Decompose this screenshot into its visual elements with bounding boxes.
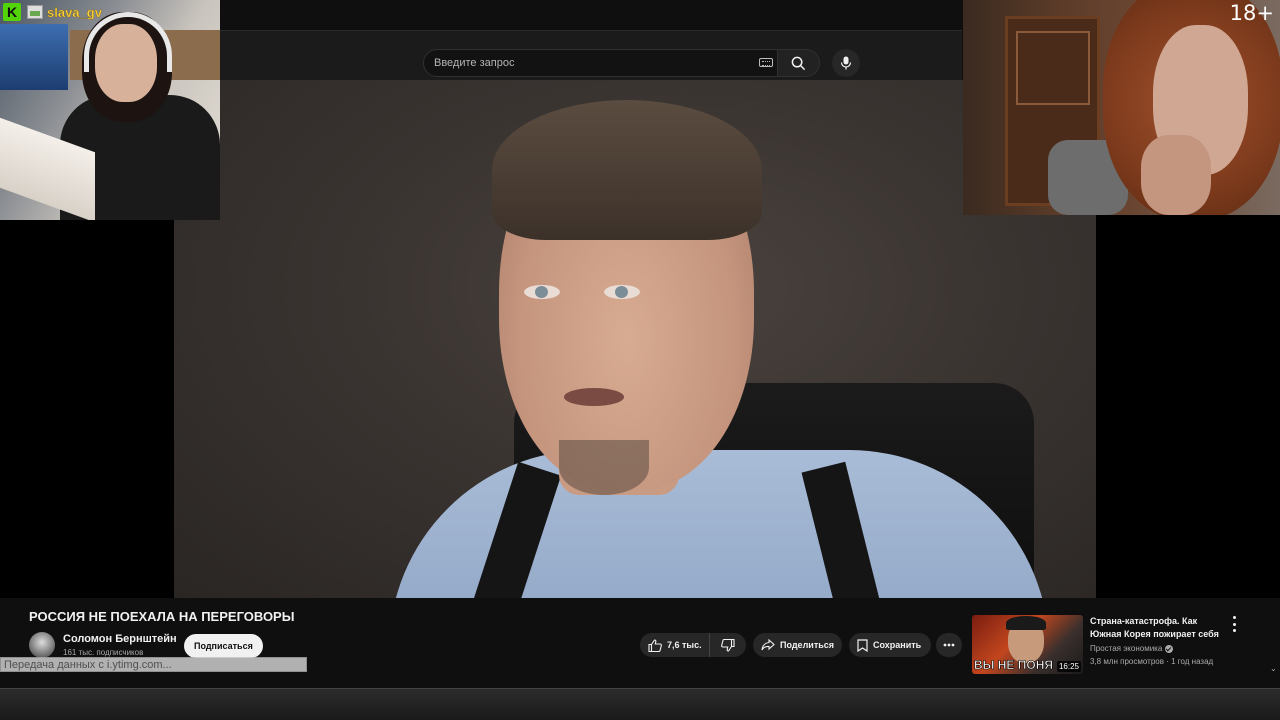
dot — [1232, 622, 1236, 626]
cam-streamer-hand — [1141, 135, 1211, 215]
share-icon — [761, 639, 775, 651]
video-person-hair — [492, 100, 762, 240]
cam-monitor — [0, 24, 68, 90]
voice-search-button[interactable] — [832, 49, 860, 77]
video-person-mouth — [564, 388, 624, 406]
image-icon — [27, 5, 43, 19]
dislike-button[interactable] — [710, 633, 746, 657]
video-frame[interactable] — [174, 80, 1096, 598]
recommended-video-menu-button[interactable] — [1229, 616, 1239, 632]
webcam-overlay-right: 18+ — [963, 0, 1280, 215]
video-duration: 16:25 — [1056, 661, 1081, 672]
video-info: РОССИЯ НЕ ПОЕХАЛА НА ПЕРЕГОВОРЫ Соломон … — [0, 598, 1280, 688]
subscribe-button[interactable]: Подписаться — [184, 634, 263, 658]
more-actions-button[interactable] — [936, 633, 962, 657]
subscriber-count: 161 тыс. подписчиков — [63, 648, 144, 657]
chevron-down-icon[interactable]: ⌄ — [1270, 664, 1277, 673]
video-title: РОССИЯ НЕ ПОЕХАЛА НА ПЕРЕГОВОРЫ — [29, 609, 295, 624]
dot — [1232, 616, 1236, 619]
screen: РОССИЯ НЕ ПОЕХАЛА НА ПЕРЕГОВОРЫ Соломон … — [0, 0, 1280, 720]
share-button[interactable]: Поделиться — [753, 633, 842, 657]
like-dislike-group: 7,6 тыс. — [640, 633, 746, 657]
thumbnail-text: ВЫ НЕ ПОНЯ — [974, 658, 1054, 673]
recommended-video-meta: 3,8 млн просмотров · 1 год назад — [1090, 657, 1214, 666]
search-input[interactable] — [424, 50, 744, 76]
kick-logo-icon: K — [3, 3, 21, 21]
recommended-channel[interactable]: Простая экономика — [1090, 644, 1174, 653]
verified-icon — [1165, 644, 1174, 653]
video-person-eye-right — [604, 285, 640, 299]
thumbs-down-icon — [721, 638, 735, 652]
thumbs-up-icon — [648, 638, 662, 652]
search-box[interactable] — [423, 49, 778, 77]
chat-username: slava_gv — [47, 5, 102, 20]
search-button[interactable] — [778, 49, 820, 77]
channel-name[interactable]: Соломон Бернштейн — [63, 633, 177, 645]
video-person-eye-left — [524, 285, 560, 299]
video-person-beard — [559, 440, 649, 495]
like-count: 7,6 тыс. — [667, 640, 702, 650]
masthead — [220, 30, 962, 80]
dot — [1232, 629, 1236, 632]
recommended-channel-name: Простая экономика — [1090, 644, 1163, 653]
keyboard-icon[interactable] — [759, 58, 773, 67]
mic-icon — [840, 56, 852, 70]
recommended-video-thumbnail[interactable]: ВЫ НЕ ПОНЯ 16:25 — [972, 615, 1083, 674]
webcam-overlay-left: K slava_gv — [0, 0, 220, 220]
browser-status-bar: Передача данных с i.ytimg.com... — [0, 657, 307, 672]
more-horizontal-icon — [943, 643, 955, 647]
save-icon — [857, 638, 868, 652]
taskbar — [0, 688, 1280, 720]
search-icon — [791, 56, 806, 70]
age-rating-label: 18+ — [1229, 1, 1274, 25]
save-label: Сохранить — [873, 640, 922, 650]
save-button[interactable]: Сохранить — [849, 633, 931, 657]
channel-avatar[interactable] — [29, 632, 55, 658]
like-button[interactable]: 7,6 тыс. — [640, 633, 710, 657]
recommended-video-title[interactable]: Страна-катастрофа. Как Южная Корея пожир… — [1090, 615, 1228, 641]
thumbnail-face — [1006, 616, 1046, 663]
share-label: Поделиться — [780, 640, 835, 650]
